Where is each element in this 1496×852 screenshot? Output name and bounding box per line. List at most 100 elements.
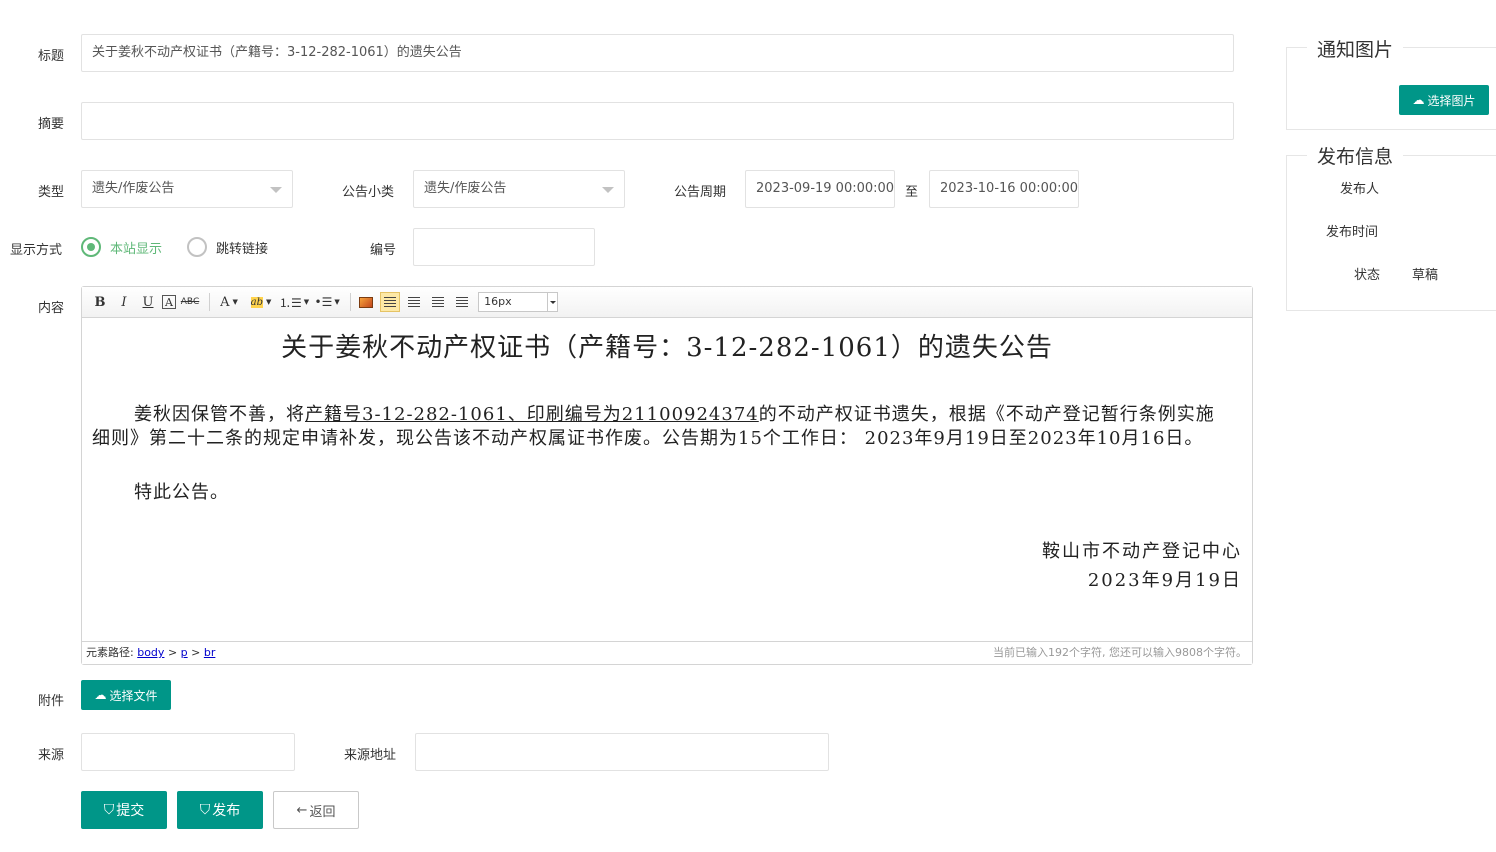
chevron-down-icon: ▼ [334, 298, 340, 306]
radio-jump-link-label: 跳转链接 [216, 241, 269, 257]
cloud-upload-icon: ☁ [94, 688, 107, 702]
signature-org: 鞍山市不动产登记中心 [1042, 541, 1242, 562]
attachment-label: 附件 [38, 694, 65, 709]
publish-time-label: 发布时间 [1326, 225, 1379, 240]
source-label: 来源 [38, 748, 65, 763]
title-label: 标题 [38, 49, 65, 64]
radio-site-display-label: 本站显示 [110, 241, 163, 257]
bold-button[interactable]: B [90, 292, 110, 312]
path-separator: > [167, 646, 178, 659]
highlight-button[interactable]: ab ▼ [247, 292, 275, 312]
unordered-list-icon: •☰ [314, 295, 333, 309]
title-input[interactable]: 关于姜秋不动产权证书（产籍号：3-12-282-1061）的遗失公告 [81, 34, 1234, 72]
source-url-input[interactable] [415, 733, 829, 771]
radio-jump-link[interactable]: 跳转链接 [187, 237, 268, 257]
insert-image-button[interactable] [356, 292, 376, 312]
chevron-down-icon: ▼ [303, 298, 310, 306]
status-value: 草稿 [1412, 268, 1439, 283]
path-separator: > [191, 646, 201, 659]
status-label: 状态 [1354, 268, 1381, 283]
chevron-down-icon [270, 187, 282, 193]
element-path-label: 元素路径: [86, 646, 134, 659]
font-size-select[interactable]: 16px [478, 292, 559, 312]
content-label: 内容 [38, 301, 65, 316]
align-right-button[interactable] [428, 292, 448, 312]
italic-button[interactable]: I [114, 292, 134, 312]
font-border-button[interactable]: A [162, 295, 176, 309]
type-select-value: 遗失/作废公告 [92, 181, 175, 196]
shield-check-icon: ⛉ [199, 802, 211, 818]
paragraph-underlined-text: 产籍号3-12-282-1061、印刷编号为21100924374 [305, 404, 759, 425]
ordered-list-icon: ⒈☰ [279, 295, 302, 310]
source-url-label: 来源地址 [344, 748, 397, 763]
source-input[interactable] [81, 733, 295, 771]
publisher-label: 发布人 [1340, 182, 1380, 197]
submit-label: 提交 [116, 803, 145, 819]
publish-button[interactable]: ⛉ 发布 [177, 791, 263, 829]
type-label: 类型 [38, 185, 65, 200]
number-input[interactable] [413, 228, 595, 266]
editor-content[interactable]: 关于姜秋不动产权证书（产籍号：3-12-282-1061）的遗失公告 姜秋因保管… [82, 319, 1252, 641]
publish-label: 发布 [212, 803, 241, 819]
publish-info-panel [1286, 155, 1496, 311]
display-mode-label: 显示方式 [10, 243, 63, 258]
radio-checked-icon [81, 237, 101, 257]
unordered-list-button[interactable]: •☰ ▼ [313, 292, 341, 312]
paragraph-text: 姜秋因保管不善，将 [134, 404, 305, 425]
back-label: 返回 [309, 804, 336, 820]
editor-statusbar: 元素路径: body > p > br 当前已输入192个字符, 您还可以输入9… [82, 641, 1252, 664]
choose-image-button[interactable]: ☁ 选择图片 [1399, 85, 1489, 115]
char-count: 当前已输入192个字符, 您还可以输入9808个字符。 [993, 646, 1247, 659]
align-left-button[interactable] [380, 292, 401, 312]
strikethrough-button[interactable]: ABC [180, 292, 200, 312]
period-start-input[interactable]: 2023-09-19 00:00:00 [745, 170, 895, 208]
period-label: 公告周期 [674, 185, 727, 200]
notice-image-legend: 通知图片 [1307, 35, 1404, 62]
subtype-select-value: 遗失/作废公告 [424, 181, 507, 196]
submit-button[interactable]: ⛉ 提交 [81, 791, 167, 829]
align-center-button[interactable] [404, 292, 424, 312]
type-select[interactable]: 遗失/作废公告 [81, 170, 293, 208]
number-label: 编号 [370, 243, 397, 258]
publish-info-legend: 发布信息 [1307, 142, 1404, 169]
signature-date: 2023年9月19日 [1087, 570, 1242, 591]
highlight-icon: ab [250, 296, 263, 308]
chevron-down-icon: ▼ [265, 298, 272, 306]
subtype-select[interactable]: 遗失/作废公告 [413, 170, 625, 208]
summary-input[interactable] [81, 102, 1234, 140]
align-justify-button[interactable] [452, 292, 472, 312]
path-link-body[interactable]: body [137, 646, 164, 659]
rich-text-editor[interactable]: B I U A ABC A ▼ ab ▼ ⒈☰ ▼ •☰ ▼ 16px 关于姜秋… [81, 286, 1253, 665]
period-to-label: 至 [905, 185, 919, 200]
document-paragraph: 姜秋因保管不善，将产籍号3-12-282-1061、印刷编号为211009243… [92, 403, 1232, 451]
underline-button[interactable]: U [138, 292, 158, 312]
align-left-icon [384, 297, 397, 307]
back-button[interactable]: ← 返回 [273, 791, 359, 829]
radio-site-display[interactable]: 本站显示 [81, 237, 162, 257]
radio-unchecked-icon [187, 237, 207, 257]
path-link-p[interactable]: p [181, 646, 188, 659]
font-color-button[interactable]: A ▼ [215, 292, 243, 312]
path-link-br[interactable]: br [204, 646, 216, 659]
subtype-label: 公告小类 [342, 185, 395, 200]
choose-file-label: 选择文件 [109, 688, 158, 703]
chevron-down-icon [547, 293, 557, 311]
font-size-value: 16px [484, 295, 512, 308]
document-title: 关于姜秋不动产权证书（产籍号：3-12-282-1061）的遗失公告 [281, 333, 1053, 363]
ordered-list-button[interactable]: ⒈☰ ▼ [279, 292, 309, 312]
document-closing: 特此公告。 [134, 482, 229, 503]
align-right-icon [432, 297, 445, 307]
period-end-input[interactable]: 2023-10-16 00:00:00 [929, 170, 1079, 208]
align-center-icon [408, 297, 421, 307]
editor-toolbar: B I U A ABC A ▼ ab ▼ ⒈☰ ▼ •☰ ▼ 16px [82, 287, 1252, 318]
align-justify-icon [456, 297, 469, 307]
chevron-down-icon: ▼ [232, 298, 238, 306]
chevron-down-icon [602, 187, 614, 193]
cloud-upload-icon: ☁ [1412, 93, 1425, 107]
choose-file-button[interactable]: ☁ 选择文件 [81, 680, 171, 710]
font-color-icon: A [220, 294, 230, 310]
shield-check-icon: ⛉ [103, 802, 115, 818]
toolbar-divider [209, 293, 210, 311]
arrow-left-icon: ← [296, 802, 308, 818]
image-icon [359, 296, 374, 308]
